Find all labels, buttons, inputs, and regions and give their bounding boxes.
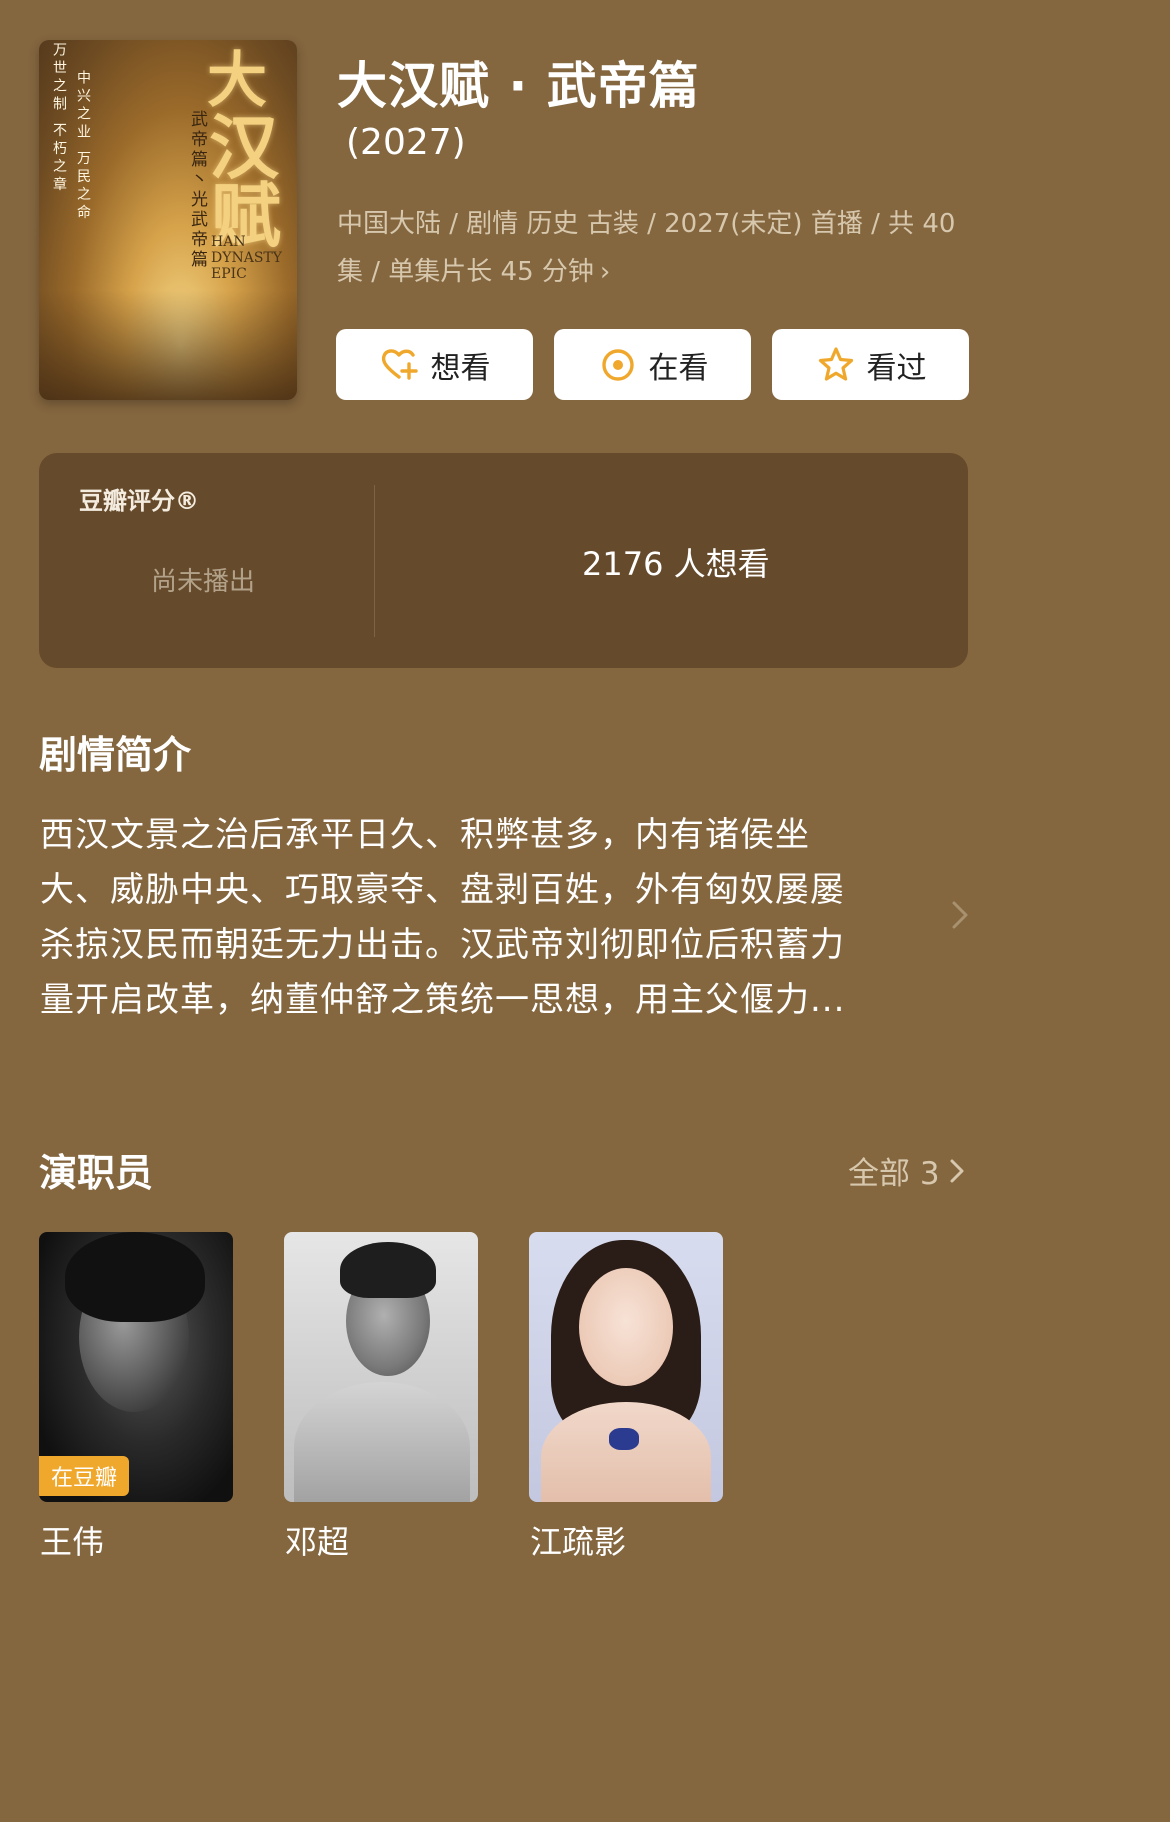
hair-shape <box>340 1242 436 1298</box>
synopsis-line: 大、威胁中央、巧取豪夺、盘剥百姓，外有匈奴屡屡 <box>40 870 845 910</box>
cast-name[interactable]: 江疏影 <box>530 1517 626 1563</box>
target-circle-icon <box>601 348 634 381</box>
face-shape <box>579 1268 673 1386</box>
release-year: (2027) <box>346 122 466 163</box>
meta-info[interactable]: 中国大陆 / 剧情 历史 古装 / 2027(未定) 首播 / 共 40 集 /… <box>337 200 957 296</box>
want-count: 2176 人想看 <box>582 545 770 583</box>
poster-slogan-left: 万世之制 不朽之章 <box>51 42 67 195</box>
synopsis-line: 量开启改革，纳董仲舒之策统一思想，用主父偃力... <box>40 980 846 1020</box>
cast-photo-dengchao[interactable] <box>284 1232 478 1502</box>
rating-panel: 豆瓣评分® 尚未播出 2176 人想看 <box>39 453 968 668</box>
cast-name[interactable]: 王伟 <box>40 1517 104 1563</box>
douban-badge: 在豆瓣 <box>39 1456 130 1496</box>
want-button[interactable]: 想看 <box>336 329 533 400</box>
cast-photo-wangwei[interactable]: 在豆瓣 <box>39 1232 233 1502</box>
chevron-right-icon[interactable] <box>948 895 972 935</box>
watched-button[interactable]: 看过 <box>772 329 969 400</box>
rating-label: 豆瓣评分® <box>79 487 199 515</box>
poster-english: HAN DYNASTY EPIC <box>211 234 282 282</box>
shirt-shape <box>294 1382 470 1502</box>
hair-shape <box>65 1232 205 1322</box>
watching-button[interactable]: 在看 <box>554 329 751 400</box>
poster-subtitle: 武帝篇丶光武帝篇 <box>187 110 207 270</box>
necklace-shape <box>609 1428 639 1450</box>
star-outline-icon <box>818 346 853 381</box>
synopsis-text[interactable]: 西汉文景之治后承平日久、积弊甚多，内有诸侯坐 大、威胁中央、巧取豪夺、盘剥百姓，… <box>40 808 940 1028</box>
poster-image[interactable]: 大 汉 赋 武帝篇丶光武帝篇 HAN DYNASTY EPIC 万世之制 不朽之… <box>39 40 297 400</box>
meta-text: 中国大陆 / 剧情 历史 古装 / 2027(未定) 首播 / 共 40 集 /… <box>337 209 956 287</box>
rating-divider <box>374 485 375 637</box>
watched-button-label: 看过 <box>866 350 927 386</box>
heart-plus-icon <box>381 348 418 380</box>
watching-button-label: 在看 <box>648 350 709 386</box>
chevron-right-icon: › <box>599 257 611 287</box>
want-button-label: 想看 <box>430 350 491 386</box>
cast-all-label: 全部 3 <box>848 1156 940 1192</box>
cast-heading: 演职员 <box>39 1151 154 1195</box>
synopsis-heading: 剧情简介 <box>39 733 192 777</box>
cast-all-link[interactable]: 全部 3 <box>848 1148 966 1193</box>
chevron-right-icon <box>950 1159 964 1182</box>
page-title: 大汉赋 · 武帝篇 <box>337 57 700 115</box>
poster-battlefield <box>39 290 297 400</box>
synopsis-line: 杀掠汉民而朝廷无力出击。汉武帝刘彻即位后积蓄力 <box>40 925 845 965</box>
cast-photo-jiangshuying[interactable] <box>529 1232 723 1502</box>
synopsis-line: 西汉文景之治后承平日久、积弊甚多，内有诸侯坐 <box>40 815 810 855</box>
rating-state: 尚未播出 <box>151 567 256 597</box>
shoulder-shape <box>541 1402 711 1502</box>
poster-slogan-right: 中兴之业 万民之命 <box>75 70 91 223</box>
cast-name[interactable]: 邓超 <box>285 1517 349 1563</box>
